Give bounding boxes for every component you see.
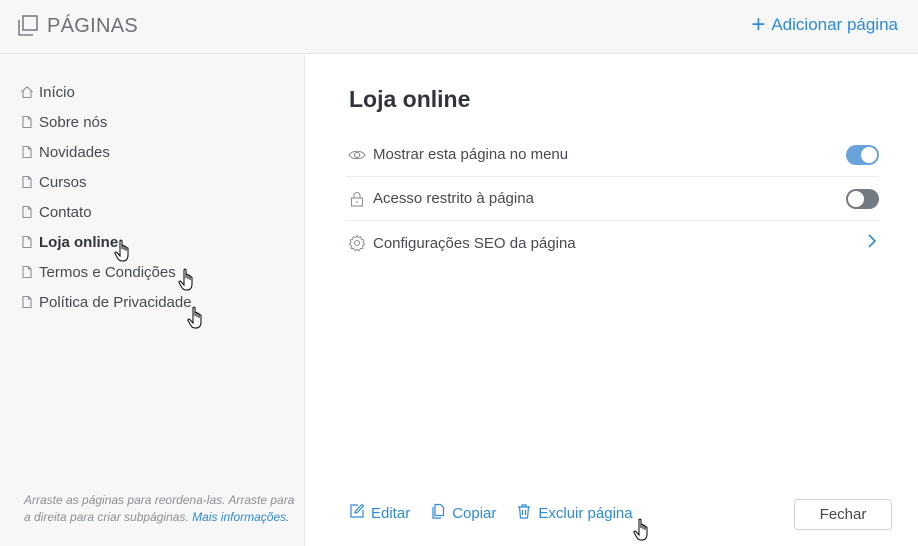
lock-icon [348, 190, 366, 208]
restricted-access-toggle[interactable] [846, 188, 879, 209]
pages-icon [17, 15, 39, 37]
page-settings-panel: Loja online Mostrar esta página no menu … [306, 55, 918, 546]
eye-icon [348, 146, 366, 164]
delete-page-label: Excluir página [538, 504, 633, 522]
home-icon [20, 85, 34, 99]
restricted-access-label: Acesso restrito à página [373, 190, 534, 207]
pages-sidebar: Início Sobre nós Novidades Cursos Contat… [0, 55, 305, 546]
header: PÁGINAS + Adicionar página [0, 0, 918, 54]
edit-label: Editar [371, 504, 411, 522]
pages-list: Início Sobre nós Novidades Cursos Contat… [20, 77, 192, 317]
page-icon [20, 265, 34, 279]
add-page-label: Adicionar página [771, 15, 898, 34]
page-item-termos[interactable]: Termos e Condições [20, 257, 192, 287]
page-item-label: Contato [39, 203, 92, 221]
page-item-label: Novidades [39, 143, 110, 161]
page-item-novidades[interactable]: Novidades [20, 137, 192, 167]
plus-icon: + [751, 11, 766, 38]
toggle-knob [861, 146, 877, 163]
page-item-label: Cursos [39, 173, 87, 191]
page-item-contato[interactable]: Contato [20, 197, 192, 227]
page-icon [20, 235, 34, 249]
reorder-hint: Arraste as páginas para reordena-las. Ar… [24, 492, 296, 526]
seo-settings-row[interactable]: Configurações SEO da página [346, 221, 879, 265]
page-title-header: PÁGINAS [47, 15, 139, 37]
copy-label: Copiar [452, 504, 497, 522]
edit-icon [349, 503, 365, 523]
show-in-menu-row: Mostrar esta página no menu [346, 133, 879, 177]
restricted-access-row: Acesso restrito à página [346, 177, 879, 221]
page-icon [20, 295, 34, 309]
page-item-label: Sobre nós [39, 113, 108, 131]
page-item-loja-online[interactable]: Loja online [20, 227, 192, 257]
page-item-label: Loja online [39, 233, 119, 251]
page-item-label: Política de Privacidade [39, 293, 192, 311]
page-icon [20, 205, 34, 219]
page-item-inicio[interactable]: Início [20, 77, 192, 107]
close-button[interactable]: Fechar [794, 499, 892, 530]
seo-settings-label: Configurações SEO da página [373, 234, 576, 252]
add-page-button[interactable]: + Adicionar página [751, 11, 898, 38]
page-item-label: Início [39, 83, 75, 101]
page-actions: Editar Copiar Excluir página [349, 503, 633, 523]
show-in-menu-label: Mostrar esta página no menu [373, 146, 569, 163]
delete-page-button[interactable]: Excluir página [516, 503, 633, 523]
page-title: Loja online [349, 86, 471, 112]
copy-icon [430, 503, 446, 523]
copy-button[interactable]: Copiar [430, 503, 496, 523]
page-icon [20, 145, 34, 159]
page-icon [20, 175, 34, 189]
edit-button[interactable]: Editar [349, 503, 410, 523]
toggle-knob [848, 190, 864, 207]
page-icon [20, 115, 34, 129]
trash-icon [516, 503, 532, 523]
gear-icon [348, 234, 366, 252]
page-item-label: Termos e Condições [39, 263, 176, 281]
show-in-menu-toggle[interactable] [846, 144, 879, 165]
page-item-privacidade[interactable]: Política de Privacidade [20, 287, 192, 317]
chevron-right-icon [867, 233, 877, 254]
page-item-cursos[interactable]: Cursos [20, 167, 192, 197]
more-info-link[interactable]: Mais informações. [192, 510, 289, 524]
page-item-sobre-nos[interactable]: Sobre nós [20, 107, 192, 137]
